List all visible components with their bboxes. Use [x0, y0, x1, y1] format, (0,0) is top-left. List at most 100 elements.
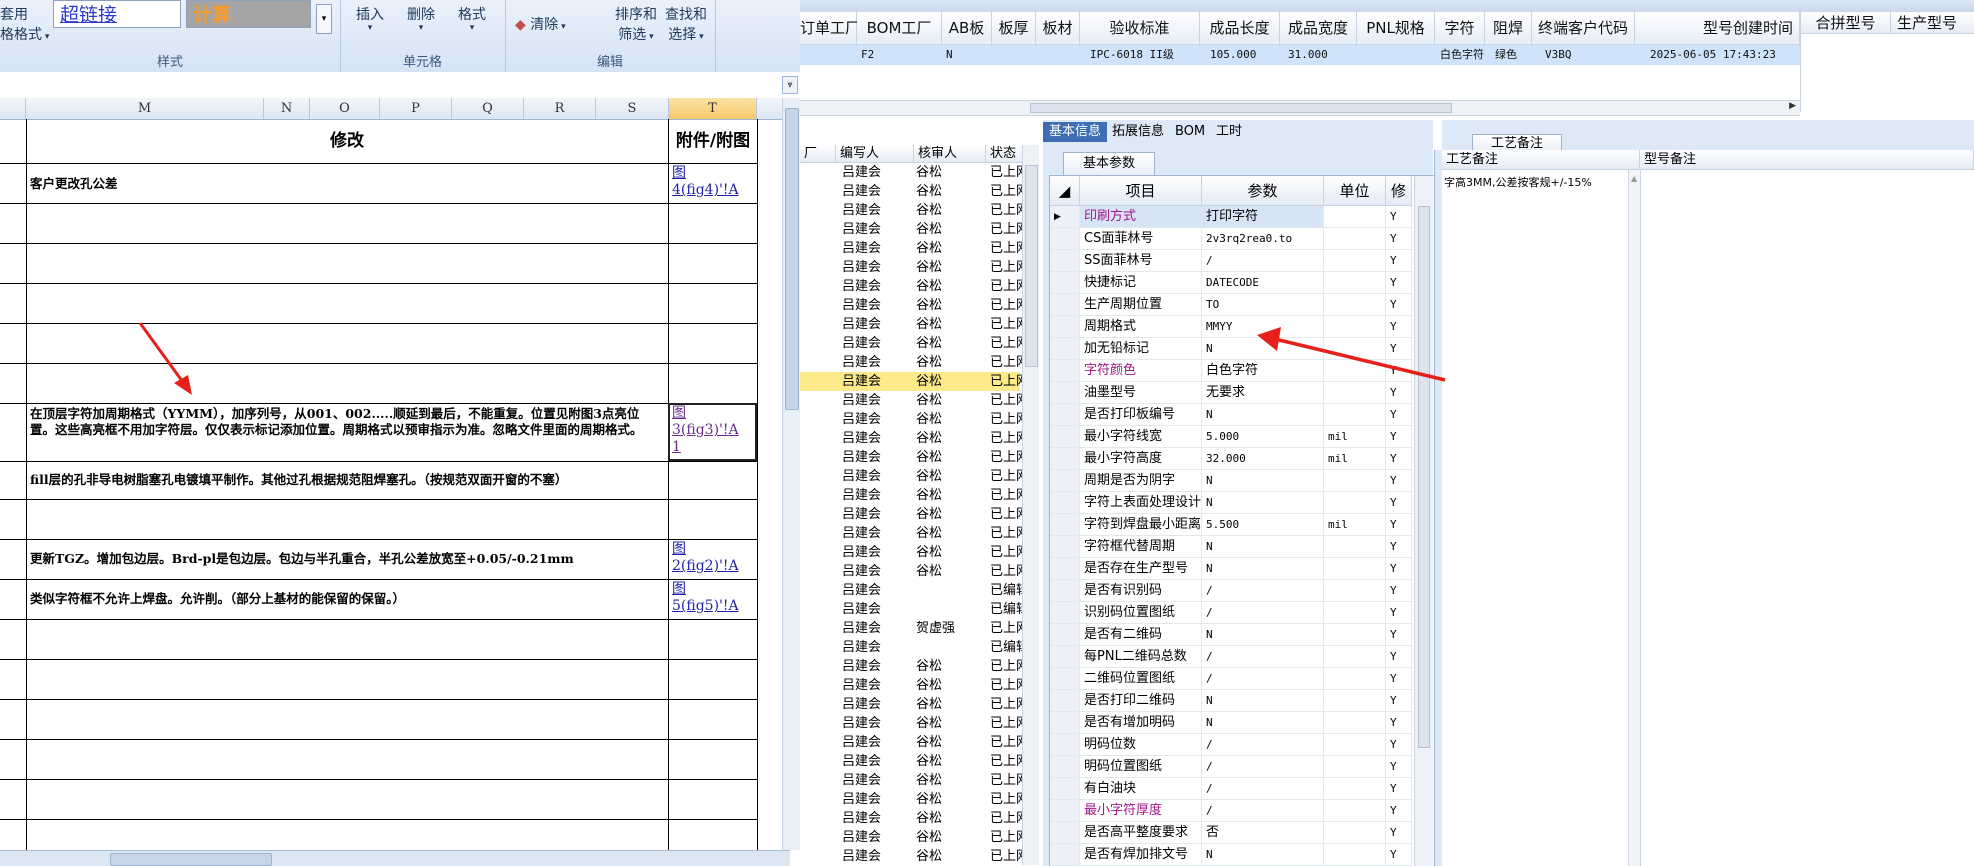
property-value[interactable]: /: [1202, 602, 1324, 624]
property-grid[interactable]: ◢ 项目 参数 单位 修 ▶ 印刷方式 打印字符 Y CS面菲林号 2v3rq2rea0.…: [1049, 175, 1435, 866]
formula-bar[interactable]: ⩔: [0, 72, 800, 99]
list-row[interactable]: 吕建会 谷松 已上网: [800, 847, 1022, 866]
row-indicator[interactable]: [1050, 360, 1080, 382]
row-indicator[interactable]: [1050, 668, 1080, 690]
col-header-order-factory-short[interactable]: 厂: [800, 145, 836, 163]
list-row[interactable]: 吕建会 谷松 已上网: [800, 429, 1022, 448]
col-header-pnl[interactable]: PNL规格: [1357, 12, 1435, 45]
property-row[interactable]: 是否有二维码 N Y: [1050, 624, 1440, 646]
row-indicator[interactable]: [1050, 536, 1080, 558]
row-indicator[interactable]: [1050, 690, 1080, 712]
property-row[interactable]: 快捷标记 DATECODE Y: [1050, 272, 1440, 294]
property-value[interactable]: /: [1202, 734, 1324, 756]
col-header-unit[interactable]: 单位: [1324, 176, 1386, 206]
list-row[interactable]: 吕建会 谷松 已上网: [800, 657, 1022, 676]
list-row[interactable]: 吕建会 谷松 已上网: [800, 524, 1022, 543]
tab-extended-info[interactable]: 拓展信息: [1106, 122, 1170, 142]
calc-style-cell[interactable]: 计算: [186, 0, 311, 28]
property-row[interactable]: 明码位置图纸 / Y: [1050, 756, 1440, 778]
top-grid-hscrollbar[interactable]: ▶: [800, 100, 1800, 116]
order-list-panel[interactable]: 厂 编写人 核审人 状态 吕建会谷松已上网吕建会谷松已上网吕建会谷松已上网吕建会…: [800, 145, 1040, 866]
attachment-link-fig4[interactable]: 图 4(fig4)'!A: [672, 165, 756, 199]
column-header-s[interactable]: S: [596, 98, 669, 119]
property-value[interactable]: /: [1202, 580, 1324, 602]
row-indicator[interactable]: [1050, 822, 1080, 844]
row-indicator[interactable]: [1050, 316, 1080, 338]
list-row[interactable]: 吕建会 谷松 已上网: [800, 410, 1022, 429]
list-row[interactable]: 吕建会 谷松 已上网: [800, 163, 1022, 182]
property-value[interactable]: /: [1202, 668, 1324, 690]
property-row[interactable]: 明码位数 / Y: [1050, 734, 1440, 756]
property-value[interactable]: /: [1202, 756, 1324, 778]
tab-work-hours[interactable]: 工时: [1210, 122, 1248, 142]
property-value[interactable]: /: [1202, 800, 1324, 822]
row-indicator[interactable]: [1050, 734, 1080, 756]
property-value[interactable]: 32.000: [1202, 448, 1324, 470]
row-indicator[interactable]: [1050, 514, 1080, 536]
column-header-m[interactable]: M: [26, 98, 264, 119]
list-row[interactable]: 吕建会 谷松 已上网: [800, 353, 1022, 372]
col-header-production-model[interactable]: 生产型号: [1891, 12, 1974, 34]
list-row[interactable]: 吕建会 谷松 已上网: [800, 486, 1022, 505]
column-header-r[interactable]: R: [524, 98, 596, 119]
list-row[interactable]: 吕建会 谷松 已上网: [800, 391, 1022, 410]
attachment-link-fig5[interactable]: 图 5(fig5)'!A: [672, 581, 756, 615]
property-row[interactable]: 是否高平整度要求否 Y: [1050, 822, 1440, 844]
modify-cell-row11[interactable]: 类似字符框不允许上焊盘。允许削。（部分上基材的能保留的保留。）: [30, 591, 660, 607]
property-value[interactable]: /: [1202, 778, 1324, 800]
row-indicator[interactable]: [1050, 404, 1080, 426]
list-row[interactable]: 吕建会 谷松 已上网: [800, 296, 1022, 315]
col-header-status[interactable]: 状态: [986, 145, 1026, 163]
property-row[interactable]: 二维码位置图纸 / Y: [1050, 668, 1440, 690]
col-header-thickness[interactable]: 板厚: [992, 12, 1036, 45]
list-row[interactable]: 吕建会 谷松 已上网: [800, 714, 1022, 733]
row-indicator[interactable]: [1050, 470, 1080, 492]
column-header-n[interactable]: N: [264, 98, 310, 119]
list-row[interactable]: 吕建会 谷松 已上网: [800, 562, 1022, 581]
property-value[interactable]: 5.500: [1202, 514, 1324, 536]
scrollbar-thumb[interactable]: [785, 108, 799, 410]
list-row[interactable]: 吕建会 谷松 已上网: [800, 809, 1022, 828]
list-row[interactable]: 吕建会 谷松 已上网: [800, 790, 1022, 809]
property-value[interactable]: 5.000: [1202, 426, 1324, 448]
property-row[interactable]: 是否有增加明码 N Y: [1050, 712, 1440, 734]
property-row[interactable]: 字符上表面处理设计 N Y: [1050, 492, 1440, 514]
column-header-t[interactable]: T: [669, 98, 757, 119]
scrollbar-thumb[interactable]: [1030, 103, 1452, 113]
property-row[interactable]: 最小字符高度 32.000 mil Y: [1050, 448, 1440, 470]
tab-bom[interactable]: BOM: [1169, 122, 1211, 142]
property-row[interactable]: 生产周期位置 TO Y: [1050, 294, 1440, 316]
column-header-p[interactable]: P: [380, 98, 452, 119]
row-indicator[interactable]: [1050, 382, 1080, 404]
property-row[interactable]: 周期是否为阴字 N Y: [1050, 470, 1440, 492]
modify-cell-row10[interactable]: 更新TGZ。增加包边层。Brd-pl是包边层。包边与半孔重合，半孔公差放宽至+0…: [30, 551, 660, 567]
row-indicator[interactable]: [1050, 228, 1080, 250]
row-indicator[interactable]: [1050, 580, 1080, 602]
property-value[interactable]: N: [1202, 558, 1324, 580]
list-row[interactable]: 吕建会 已编辑: [800, 581, 1022, 600]
col-header-length[interactable]: 成品长度: [1200, 12, 1280, 45]
list-row[interactable]: 吕建会 谷松 已上网: [800, 752, 1022, 771]
property-value[interactable]: N: [1202, 712, 1324, 734]
row-header-corner[interactable]: [0, 98, 26, 119]
apply-table-format-button[interactable]: 套用: [0, 4, 28, 24]
list-row[interactable]: 吕建会 谷松 已上网: [800, 315, 1022, 334]
list-row[interactable]: 吕建会 谷松 已上网: [800, 182, 1022, 201]
row-indicator[interactable]: [1050, 800, 1080, 822]
process-note-text[interactable]: 字高3MM,公差按客规+/-15%: [1444, 174, 1592, 190]
col-header-order-factory[interactable]: 订单工厂: [800, 12, 860, 45]
list-row[interactable]: 吕建会 谷松 已上网: [800, 372, 1022, 391]
modify-cell-row1[interactable]: 客户更改孔公差: [30, 176, 660, 192]
sort-filter-button[interactable]: 排序和 筛选 ▾: [615, 4, 657, 44]
list-row[interactable]: 吕建会 谷松 已上网: [800, 467, 1022, 486]
subtab-basic-params[interactable]: 基本参数: [1063, 152, 1155, 175]
list-row[interactable]: 吕建会 谷松 已上网: [800, 258, 1022, 277]
column-header-q[interactable]: Q: [452, 98, 524, 119]
find-select-button[interactable]: 查找和 选择 ▾: [665, 4, 707, 44]
scrollbar-thumb[interactable]: [1025, 165, 1038, 367]
property-value[interactable]: N: [1202, 536, 1324, 558]
excel-horizontal-scrollbar[interactable]: [0, 850, 790, 866]
property-value[interactable]: N: [1202, 624, 1324, 646]
property-value[interactable]: /: [1202, 646, 1324, 668]
col-header-param[interactable]: 参数: [1202, 176, 1324, 206]
